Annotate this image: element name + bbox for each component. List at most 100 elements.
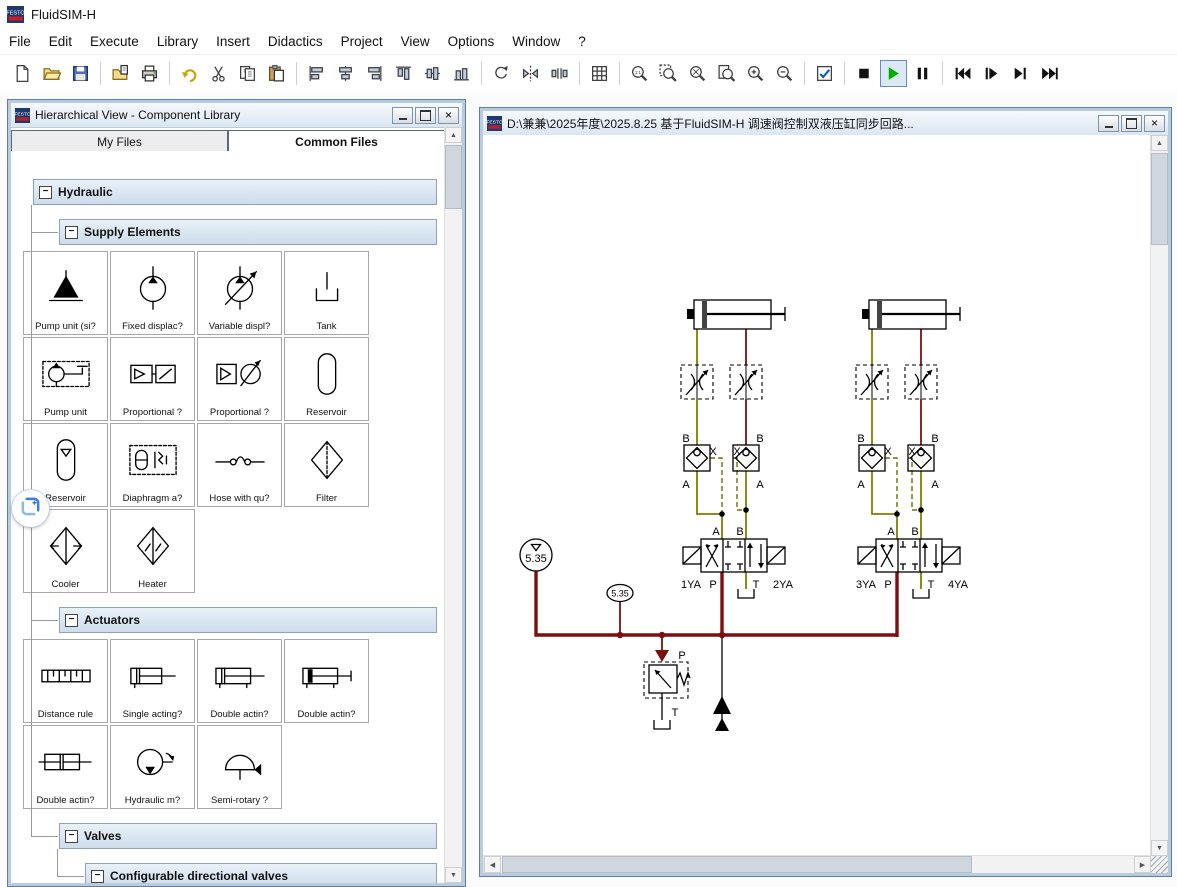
section-header-valves[interactable]: −Valves — [59, 823, 437, 849]
flow-control-valve[interactable] — [681, 365, 713, 399]
distribute-button[interactable] — [546, 60, 573, 87]
resize-grip[interactable] — [1151, 856, 1168, 873]
component-heater-13[interactable]: Heater — [110, 509, 195, 593]
open-project-button[interactable] — [107, 60, 134, 87]
sim-pause-button[interactable] — [909, 60, 936, 87]
section-header-supply-elements[interactable]: −Supply Elements — [59, 219, 437, 245]
tab-common-files[interactable]: Common Files — [228, 130, 445, 152]
library-close-button[interactable]: × — [438, 107, 459, 124]
zoom-window-button[interactable] — [655, 60, 682, 87]
tab-my-files[interactable]: My Files — [11, 130, 228, 152]
library-scrollbar[interactable]: ▲ ▼ — [444, 127, 462, 883]
component-tank-3[interactable]: Tank — [284, 251, 369, 335]
cut-button[interactable] — [205, 60, 232, 87]
align-left-button[interactable] — [303, 60, 330, 87]
library-window-titlebar[interactable]: FESTO Hierarchical View - Component Libr… — [11, 103, 462, 128]
scrollbar-thumb[interactable] — [445, 145, 462, 209]
sim-ffwd-button[interactable] — [1036, 60, 1063, 87]
menu-execute[interactable]: Execute — [81, 31, 148, 52]
component-double-actin-2[interactable]: Double actin? — [197, 639, 282, 723]
relief-valve[interactable]: P T — [644, 635, 690, 729]
check-circuit-button[interactable] — [811, 60, 838, 87]
circuit-canvas[interactable]: B B X X A A A B P T 1YA 2YA — [483, 135, 1151, 856]
section-header-hydraulic[interactable]: −Hydraulic — [33, 179, 437, 205]
menu-library[interactable]: Library — [148, 31, 207, 52]
zoom-out-button[interactable] — [771, 60, 798, 87]
menu-file[interactable]: File — [0, 31, 40, 52]
pressure-gauge[interactable]: 5.35 — [520, 539, 552, 571]
menu-view[interactable]: View — [392, 31, 439, 52]
component-reservoir-7[interactable]: Reservoir — [284, 337, 369, 421]
library-minimize-button[interactable] — [392, 107, 413, 124]
collapse-icon[interactable]: − — [65, 614, 78, 627]
grid-button[interactable] — [586, 60, 613, 87]
scroll-up-button[interactable]: ▲ — [1151, 135, 1168, 151]
scroll-down-button[interactable]: ▼ — [445, 867, 462, 883]
component-semi-rotary-6[interactable]: Semi-rotary ? — [197, 725, 282, 809]
component-distance-rule-0[interactable]: Distance rule — [23, 639, 108, 723]
collapse-icon[interactable]: − — [65, 226, 78, 239]
scroll-up-button[interactable]: ▲ — [445, 127, 462, 143]
menu-help[interactable]: ? — [569, 31, 595, 52]
component-variable-displ-2[interactable]: Variable displ? — [197, 251, 282, 335]
menu-project[interactable]: Project — [332, 31, 392, 52]
align-top-button[interactable] — [390, 60, 417, 87]
new-file-button[interactable] — [9, 60, 36, 87]
menu-options[interactable]: Options — [439, 31, 504, 52]
align-middle-button[interactable] — [419, 60, 446, 87]
copy-button[interactable] — [234, 60, 261, 87]
section-header-configurable-directional-valves[interactable]: −Configurable directional valves — [85, 863, 437, 883]
align-center-button[interactable] — [332, 60, 359, 87]
component-hose-with-qu-10[interactable]: Hose with qu? — [197, 423, 282, 507]
align-bottom-button[interactable] — [448, 60, 475, 87]
sim-play-button[interactable] — [880, 60, 907, 87]
component-proportional-6[interactable]: Proportional ? — [197, 337, 282, 421]
double-acting-cylinder[interactable] — [687, 300, 785, 329]
component-single-acting-1[interactable]: Single acting? — [110, 639, 195, 723]
pressure-display[interactable]: 5.35 — [607, 585, 633, 636]
undo-button[interactable] — [176, 60, 203, 87]
zoom-page-button[interactable] — [713, 60, 740, 87]
assistant-overlay-button[interactable] — [12, 490, 49, 527]
paste-button[interactable] — [263, 60, 290, 87]
collapse-icon[interactable]: − — [65, 830, 78, 843]
circuit-close-button[interactable]: × — [1144, 115, 1165, 132]
collapse-icon[interactable]: − — [39, 186, 52, 199]
circuit-hscrollbar[interactable]: ◀ ▶ — [483, 855, 1151, 873]
save-button[interactable] — [67, 60, 94, 87]
component-filter-11[interactable]: Filter — [284, 423, 369, 507]
circuit-window-titlebar[interactable]: FESTO D:\兼兼\2025年度\2025.8.25 基于FluidSIM-… — [483, 111, 1168, 136]
menu-window[interactable]: Window — [503, 31, 569, 52]
directional-valve[interactable] — [683, 539, 785, 572]
scroll-left-button[interactable]: ◀ — [484, 856, 501, 873]
scroll-right-button[interactable]: ▶ — [1134, 856, 1151, 873]
circuit-maximize-button[interactable] — [1121, 115, 1142, 132]
mirror-button[interactable] — [517, 60, 544, 87]
component-double-actin-3[interactable]: Double actin? — [284, 639, 369, 723]
zoom-all-button[interactable] — [684, 60, 711, 87]
zoom-orig-button[interactable]: 1:1 — [626, 60, 653, 87]
sim-skip-end-button[interactable] — [1007, 60, 1034, 87]
sim-step-button[interactable] — [978, 60, 1005, 87]
component-hydraulic-m-5[interactable]: Hydraulic m? — [110, 725, 195, 809]
component-double-actin-4[interactable]: Double actin? — [23, 725, 108, 809]
scrollbar-thumb[interactable] — [502, 856, 972, 873]
component-pump-unit-si-0[interactable]: Pump unit (si? — [23, 251, 108, 335]
section-header-actuators[interactable]: −Actuators — [59, 607, 437, 633]
rotate-button[interactable] — [488, 60, 515, 87]
collapse-icon[interactable]: − — [91, 870, 104, 883]
scroll-down-button[interactable]: ▼ — [1151, 840, 1168, 856]
align-right-button[interactable] — [361, 60, 388, 87]
menu-insert[interactable]: Insert — [207, 31, 259, 52]
sim-skip-start-button[interactable] — [949, 60, 976, 87]
component-fixed-displac-1[interactable]: Fixed displac? — [110, 251, 195, 335]
library-maximize-button[interactable] — [415, 107, 436, 124]
scrollbar-thumb[interactable] — [1151, 153, 1168, 245]
pilot-check-valve[interactable] — [684, 445, 710, 471]
menu-didactics[interactable]: Didactics — [259, 31, 332, 52]
component-pump-unit-4[interactable]: Pump unit — [23, 337, 108, 421]
print-button[interactable] — [136, 60, 163, 87]
zoom-in-button[interactable] — [742, 60, 769, 87]
open-folder-button[interactable] — [38, 60, 65, 87]
circuit-minimize-button[interactable] — [1098, 115, 1119, 132]
